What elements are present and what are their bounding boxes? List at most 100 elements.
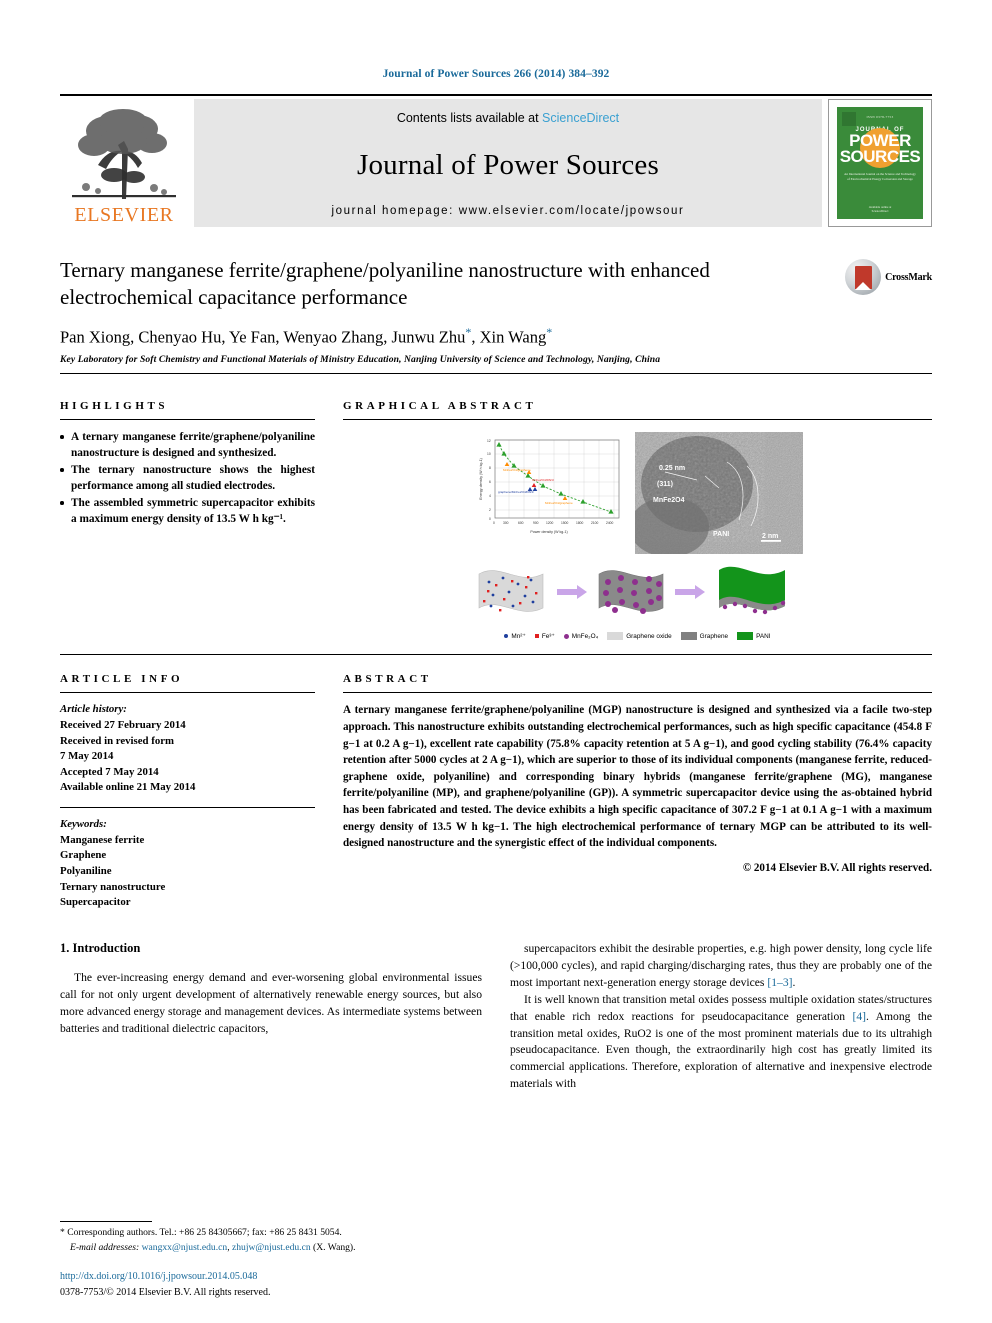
abstract-rule [343,692,932,694]
annotation-gmp: graphene/MnFe2O4/PANI [498,490,534,494]
scheme-step-mgp [718,566,785,615]
legend-label: Mn²⁺ [511,633,526,641]
svg-text:0: 0 [493,521,495,525]
affiliation: Key Laboratory for Soft Chemistry and Fu… [60,354,661,366]
svg-text:0.25 nm: 0.25 nm [659,465,685,472]
corresponding-marker-2: * [546,324,553,339]
paper-page: Journal of Power Sources 266 (2014) 384–… [0,0,992,1323]
cover-line-sources: SOURCES [839,147,921,167]
email-link-2[interactable]: zhujw@njust.edu.cn [232,1242,311,1253]
legend-item: Mn²⁺ [504,632,526,641]
legend-swatch-mn-icon [504,634,509,639]
doi-link[interactable]: http://dx.doi.org/10.1016/j.jpowsour.201… [60,1269,490,1285]
section-heading-introduction: 1. Introduction [60,940,141,955]
keyword-item: Polyaniline [60,865,112,878]
svg-text:10: 10 [487,452,491,456]
legend-swatch-pani-icon [737,632,754,641]
paragraph: It is well known that transition metal o… [510,992,932,1094]
citation-ref[interactable]: [4] [852,1010,866,1023]
legend-label: MnFe₂O₄ [571,632,599,640]
legend-swatch-fe-icon [534,634,539,639]
legend-label: Graphene oxide [626,632,672,640]
tem-scale-bar: 2 nm [760,533,781,543]
highlights-graphical-band: HIGHLIGHTS A ternary manganese ferrite/g… [60,400,932,641]
legend-swatch-graphene-icon [680,632,697,641]
svg-text:6: 6 [489,480,491,484]
abstract-column: ABSTRACT A ternary manganese ferrite/gra… [343,673,932,911]
keyword-item: Graphene [60,849,107,862]
crossmark-icon [845,259,882,295]
annotation-mg-2: MnFe2O4/graphene [545,501,573,505]
y-axis-label: Energy density (W h kg-1) [479,458,483,500]
paragraph: The ever-increasing energy demand and ev… [60,970,482,1035]
article-info-heading: ARTICLE INFO [60,673,184,686]
history-line: Received 27 February 2014 [60,718,186,731]
email-link-1[interactable]: wangxx@njust.edu.cn [142,1242,228,1253]
svg-text:900: 900 [533,521,539,525]
journal-cover-thumbnail[interactable]: ISSN 0378-7753 JOURNAL OF POWER SOURCES … [828,99,932,227]
elsevier-tree-icon [72,109,176,199]
corresponding-author-line: * Corresponding authors. Tel.: +86 25 84… [60,1226,490,1240]
graphical-abstract-heading: GRAPHICAL ABSTRACT [343,400,537,413]
article-info-rule [60,692,315,694]
citation-ref[interactable]: [1–3] [767,976,792,989]
graphical-abstract-figure: MnFe2O4/graphene MnFe2O4/PANI graphene/M… [343,432,932,641]
contents-available-line: Contents lists available at ScienceDirec… [397,111,619,125]
list-item: The assembled symmetric supercapacitor e… [60,495,315,527]
graphical-abstract-rule [343,419,932,421]
article-history-block: Article history: Received 27 February 20… [60,702,315,796]
sciencedirect-link[interactable]: ScienceDirect [542,111,619,125]
scheme-step-mg [598,570,663,615]
list-item: The ternary nanostructure shows the high… [60,462,315,494]
svg-text:1500: 1500 [561,521,569,525]
ragone-plot-chart: MnFe2O4/graphene MnFe2O4/PANI graphene/M… [472,432,625,543]
corresponding-text: Corresponding authors. Tel.: +86 25 8430… [64,1227,342,1239]
articleinfo-abstract-band: ARTICLE INFO Article history: Received 2… [60,673,932,911]
running-head: Journal of Power Sources 266 (2014) 384–… [382,68,610,80]
journal-masthead: ELSEVIER Contents lists available at Sci… [60,94,932,227]
crossmark-badge[interactable]: CrossMark [845,259,932,295]
keywords-block: Keywords: Manganese ferrite Graphene Pol… [60,817,315,911]
issn-copyright: 0378-7753/© 2014 Elsevier B.V. All right… [60,1287,271,1298]
masthead-center-panel: Contents lists available at ScienceDirec… [194,99,822,227]
contents-prefix: Contents lists available at [396,111,543,125]
svg-text:2 nm: 2 nm [762,533,778,540]
history-line: Received in revised form [60,734,175,747]
elsevier-wordmark: ELSEVIER [74,204,174,226]
abstract-body: A ternary manganese ferrite/graphene/pol… [343,704,932,850]
abstract-heading: ABSTRACT [343,673,432,686]
annotation-mg-1: MnFe2O4/graphene [503,468,531,472]
cover-issn-line: ISSN 0378-7753 [866,115,894,119]
info-band-bottom-rule [60,654,932,656]
highlights-rule [60,419,315,421]
history-line: Accepted 7 May 2014 [60,765,159,778]
legend-label: Fe³⁺ [541,633,555,641]
keyword-item: Supercapacitor [60,896,131,909]
svg-text:4: 4 [489,494,491,498]
cover-wordmark: POWER SOURCES [839,132,921,167]
journal-title: Journal of Power Sources [357,148,659,181]
email-tail: (X. Wang). [310,1241,356,1253]
cover-description: An International Journal on the Science … [844,172,916,182]
highlights-column: HIGHLIGHTS A ternary manganese ferrite/g… [60,400,315,640]
legend-item: Graphene [680,632,728,641]
svg-text:300: 300 [503,521,509,525]
keyword-item: Ternary nanostructure [60,880,166,893]
journal-homepage-link[interactable]: journal homepage: www.elsevier.com/locat… [332,205,685,217]
author-list: Pan Xiong, Chenyao Hu, Ye Fan, Wenyao Zh… [60,325,932,348]
paragraph-text-a: supercapacitors exhibit the desirable pr… [510,941,932,989]
email-line: E-mail addresses: wangxx@njust.edu.cn, z… [60,1241,490,1255]
cover-footer: Available online at ScienceDirect [868,204,892,213]
svg-text:8: 8 [489,466,491,470]
svg-text:PANI: PANI [713,531,729,538]
legend-item: Graphene oxide [607,632,672,641]
svg-text:1200: 1200 [546,521,554,525]
graphical-abstract-column: GRAPHICAL ABSTRACT MnFe2O4/graphene MnFe… [343,400,932,641]
scheme-svg [478,566,785,615]
footnote-block: * Corresponding authors. Tel.: +86 25 84… [60,1221,490,1255]
crossmark-label: CrossMark [885,271,932,283]
masthead-top-rule [60,94,932,96]
svg-text:600: 600 [518,521,524,525]
body-right-column: supercapacitors exhibit the desirable pr… [510,941,932,1093]
legend-swatch-mnfe2o4-icon [563,633,569,639]
